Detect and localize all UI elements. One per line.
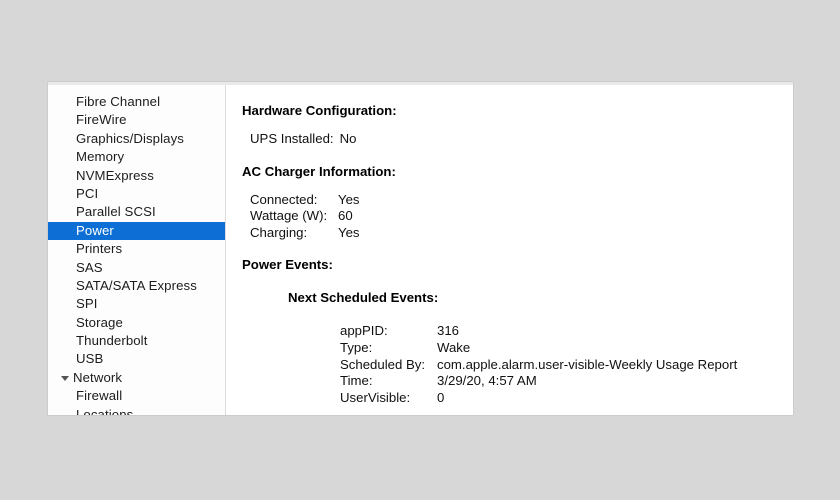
section-heading-hardware-configuration: Hardware Configuration: (242, 103, 793, 118)
row-charging: Charging: Yes (250, 225, 793, 242)
sidebar-item-label: SAS (76, 260, 103, 275)
sidebar-item-label: Network (73, 370, 122, 385)
sidebar-item-label: USB (76, 351, 103, 366)
sidebar-item-usb[interactable]: USB (48, 350, 225, 368)
sidebar-item-label: SPI (76, 296, 98, 311)
row-uservisible: UserVisible: 0 (340, 390, 793, 407)
sidebar-item-label: PCI (76, 186, 98, 201)
spacer (242, 179, 793, 192)
sidebar-item-graphics-displays[interactable]: Graphics/Displays (48, 130, 225, 148)
row-scheduled-by: Scheduled By: com.apple.alarm.user-visib… (340, 357, 793, 374)
spacer (242, 272, 793, 290)
row-value: Yes (338, 192, 360, 209)
spacer (242, 241, 793, 257)
ac-charger-rows: Connected: Yes Wattage (W): 60 Charging:… (250, 192, 793, 242)
row-value: Yes (338, 225, 360, 242)
row-apppid: appPID: 316 (340, 323, 793, 340)
sidebar-item-label: Memory (76, 149, 124, 164)
sidebar-item-firewire[interactable]: FireWire (48, 111, 225, 129)
row-label: Scheduled By: (340, 357, 437, 374)
sidebar-item-label: NVMExpress (76, 168, 154, 183)
row-value: 3/29/20, 4:57 AM (437, 373, 537, 390)
row-connected: Connected: Yes (250, 192, 793, 209)
row-label: Connected: (250, 192, 338, 209)
row-ups-installed: UPS Installed: No (250, 131, 793, 148)
row-value: com.apple.alarm.user-visible-Weekly Usag… (437, 357, 737, 374)
sidebar-item-label: Fibre Channel (76, 94, 160, 109)
row-label: Charging: (250, 225, 338, 242)
detail-pane: Hardware Configuration: UPS Installed: No… (226, 85, 793, 415)
sidebar-item-parallel-scsi[interactable]: Parallel SCSI (48, 203, 225, 221)
sidebar-item-storage[interactable]: Storage (48, 314, 225, 332)
section-heading-next-scheduled-events: Next Scheduled Events: (288, 290, 793, 305)
sidebar-item-printers[interactable]: Printers (48, 240, 225, 258)
chevron-down-icon[interactable] (61, 373, 70, 382)
row-label: appPID: (340, 323, 437, 340)
sidebar-item-label: SATA/SATA Express (76, 278, 197, 293)
sidebar-item-label: Power (76, 223, 114, 238)
sidebar-item-firewall[interactable]: Firewall (48, 387, 225, 405)
window-body: Fibre Channel FireWire Graphics/Displays… (48, 85, 793, 415)
sidebar-item-pci[interactable]: PCI (48, 185, 225, 203)
row-value: 0 (437, 390, 444, 407)
spacer (242, 305, 793, 323)
sidebar-item-nvmexpress[interactable]: NVMExpress (48, 167, 225, 185)
sidebar-item-label: Storage (76, 315, 123, 330)
row-label: Wattage (W): (250, 208, 338, 225)
sidebar-item-thunderbolt[interactable]: Thunderbolt (48, 332, 225, 350)
sidebar[interactable]: Fibre Channel FireWire Graphics/Displays… (48, 85, 226, 415)
sidebar-item-fibre-channel[interactable]: Fibre Channel (48, 93, 225, 111)
sidebar-item-label: Locations (76, 407, 133, 415)
sidebar-item-sata-sata-express[interactable]: SATA/SATA Express (48, 277, 225, 295)
section-heading-power-events: Power Events: (242, 257, 793, 272)
sidebar-item-label: Printers (76, 241, 122, 256)
row-wattage: Wattage (W): 60 (250, 208, 793, 225)
section-heading-ac-charger-information: AC Charger Information: (242, 164, 793, 179)
row-value: No (340, 131, 357, 146)
spacer (242, 148, 793, 164)
row-label: Type: (340, 340, 437, 357)
sidebar-item-memory[interactable]: Memory (48, 148, 225, 166)
sidebar-item-sas[interactable]: SAS (48, 259, 225, 277)
row-time: Time: 3/29/20, 4:57 AM (340, 373, 793, 390)
sidebar-item-power[interactable]: Power (48, 222, 225, 240)
row-value: 60 (338, 208, 353, 225)
sidebar-item-label: Graphics/Displays (76, 131, 184, 146)
spacer (242, 118, 793, 131)
sidebar-item-label: Parallel SCSI (76, 204, 156, 219)
row-label: Time: (340, 373, 437, 390)
row-label: UserVisible: (340, 390, 437, 407)
sidebar-item-label: Thunderbolt (76, 333, 147, 348)
next-scheduled-events-rows: appPID: 316 Type: Wake Scheduled By: com… (340, 323, 793, 406)
row-value: Wake (437, 340, 470, 357)
sidebar-group-network[interactable]: Network (48, 369, 225, 387)
system-information-window: Fibre Channel FireWire Graphics/Displays… (48, 82, 793, 415)
sidebar-item-spi[interactable]: SPI (48, 295, 225, 313)
row-value: 316 (437, 323, 459, 340)
row-type: Type: Wake (340, 340, 793, 357)
sidebar-item-locations[interactable]: Locations (48, 406, 225, 415)
sidebar-item-label: FireWire (76, 112, 127, 127)
sidebar-item-label: Firewall (76, 388, 122, 403)
row-label: UPS Installed: (250, 131, 334, 146)
